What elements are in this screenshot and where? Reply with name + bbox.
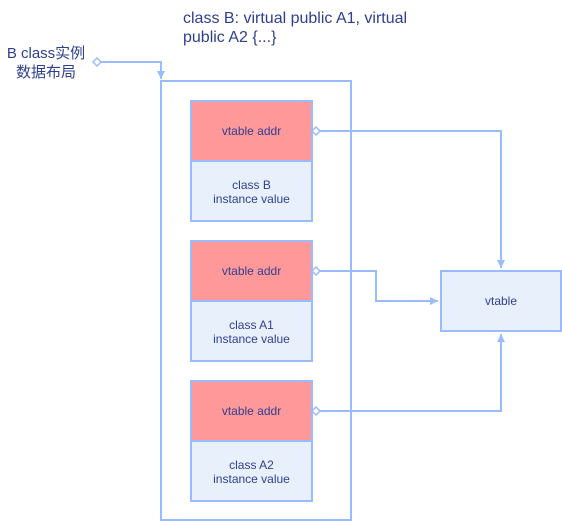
instance-label-a1-line1: class A1 [229,318,274,332]
instance-label-line1: B class实例 [7,45,85,62]
vptr-label-a1: vtable addr [222,264,281,278]
diagram-title-line1: class B: virtual public A1, virtual [183,10,407,27]
instance-label-b-line1: class B [232,178,271,192]
instance-label-a2-line1: class A2 [229,458,274,472]
instance-label-a2-line2: instance value [213,472,290,486]
diagram-title-line2: public A2 {...} [183,29,277,46]
instance-connector-diamond [91,56,103,68]
instance-connector [100,61,165,79]
vtable-label: vtable [485,294,517,308]
vptr-label-b: vtable addr [222,124,281,138]
instance-label-line2: 数据布局 [16,64,76,81]
layout-diagram: class B: virtual public A1, virtual publ… [7,10,562,521]
vptr-label-a2: vtable addr [222,404,281,418]
instance-label-a1-line2: instance value [213,332,290,346]
instance-label-b-line2: instance value [213,192,290,206]
